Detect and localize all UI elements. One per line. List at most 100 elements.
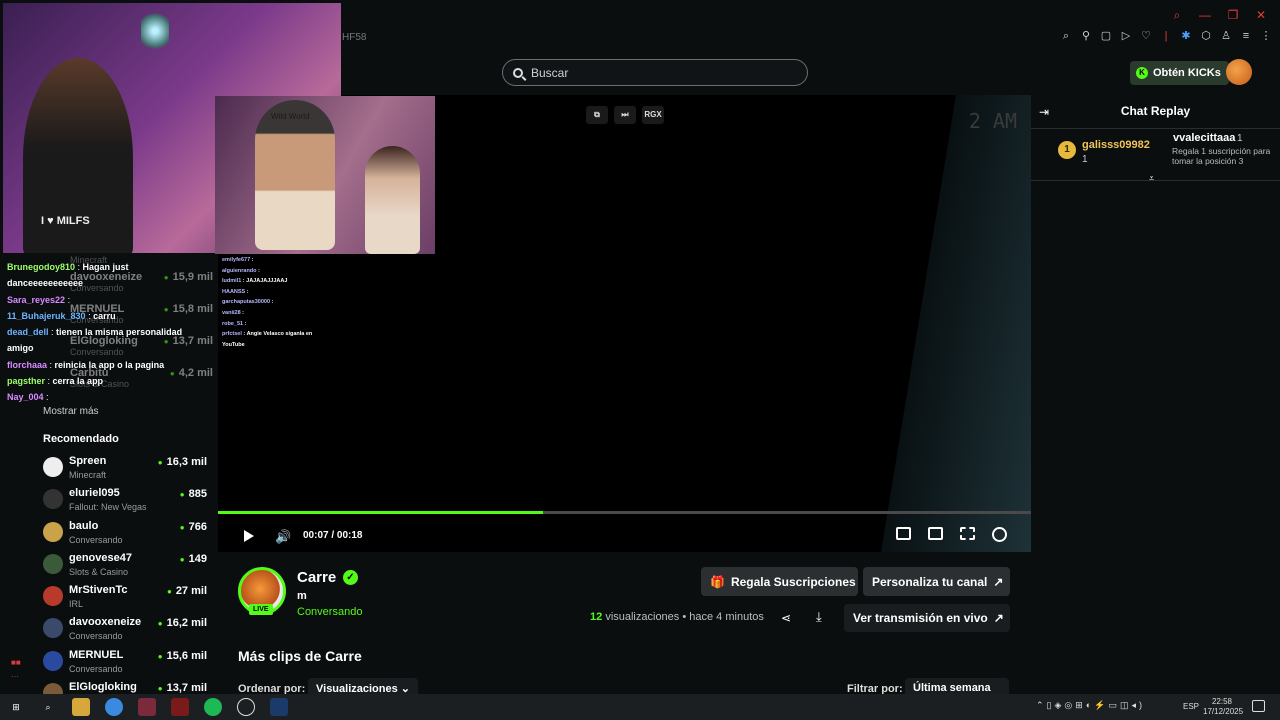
system-tray[interactable]: ⌃▯◈◎⊞◐⚡▭◫◂) [1036, 700, 1145, 711]
search-bar[interactable] [502, 59, 808, 86]
theater-mode-icon[interactable] [928, 527, 943, 540]
user-avatar[interactable] [1226, 59, 1252, 85]
chat-text: carru [93, 310, 116, 321]
recommended-channel[interactable]: davooxeneize Conversando 16,2 mil [43, 615, 207, 647]
progress-bar[interactable] [218, 511, 1031, 514]
heart-icon[interactable]: ♡ [1140, 30, 1152, 42]
screen: HF58 ⌕ — ❐ ✕ ⌕ ⚲ ▢ ▷ ♡ | ✱ ⬡ ♙ ≡ ⋮ K Obt… [0, 0, 1280, 720]
channel-name[interactable]: Carre [297, 569, 336, 586]
pin-icon[interactable]: ⚲ [1080, 30, 1092, 42]
search-input[interactable] [531, 65, 791, 80]
channel-info: davooxeneize Conversando [69, 615, 141, 642]
progress-fill [218, 511, 544, 514]
spotify-icon[interactable] [204, 698, 222, 716]
viewer-count: 885 [180, 488, 207, 500]
more-icon[interactable]: ⋮ [1260, 30, 1272, 42]
restore-icon[interactable]: ❐ [1226, 8, 1240, 22]
language-indicator[interactable]: ESP [1183, 702, 1199, 711]
search-window-icon[interactable]: ⌕ [1170, 8, 1184, 22]
extensions-icon[interactable]: ⬡ [1200, 30, 1212, 42]
stream-chat-text: JAJAJAJJJAAJ [246, 278, 288, 285]
share-icon[interactable]: ⋖ [781, 611, 791, 625]
skip-icon[interactable]: ⏭ [614, 106, 636, 124]
top-gifter-count: 1 [1082, 154, 1088, 165]
views-count: 12 [590, 611, 603, 623]
channel-category: Conversando [69, 631, 123, 642]
get-kicks-label: Obtén KICKs [1153, 67, 1221, 79]
fullscreen-icon[interactable] [960, 527, 975, 540]
stream-chat-user: prfctsel [222, 331, 242, 338]
chat-text: Hagan just [82, 262, 129, 272]
app-icon[interactable] [171, 698, 189, 716]
time-display: 00:07 / 00:18 [303, 530, 363, 541]
channel-category: Fallout: New Vegas [69, 502, 147, 513]
chat-username: florchaaa [7, 359, 48, 370]
more-clips-heading: Más clips de Carre [238, 648, 362, 664]
download-icon[interactable]: ⤓ [816, 609, 822, 625]
popout-icon[interactable]: ⧉ [586, 106, 608, 124]
expand-icon[interactable]: ⩡ [1149, 173, 1154, 184]
stream-chat-overlay: emilyfe677 : alguienrando : ludmil1 : JA… [222, 255, 312, 350]
chrome-icon[interactable] [105, 698, 123, 716]
stream-chat-line: ludmil1 : JAJAJAJJJAAJ [222, 278, 288, 285]
overlay-chat-message: Brunegodoy810 : Hagan just [7, 262, 129, 272]
show-more-link[interactable]: Mostrar más [43, 406, 99, 417]
chat-text: reinicia la app o la pagina [54, 359, 165, 370]
screenshot-icon[interactable]: ▢ [1100, 30, 1112, 42]
file-explorer-icon[interactable] [72, 698, 90, 716]
notifications-icon[interactable] [1252, 700, 1265, 712]
channel-name: baulo [69, 519, 99, 532]
translate-icon[interactable]: ✱ [1180, 30, 1192, 42]
watch-live-button[interactable]: Ver transmisión en vivo ↗ [844, 604, 1010, 632]
system-clock[interactable]: 22:58 17/12/2025 [1203, 697, 1243, 717]
app2-icon[interactable] [237, 698, 255, 716]
close-icon[interactable]: ✕ [1254, 8, 1268, 22]
gift-subscriptions-button[interactable]: 🎁 Regala Suscripciones [701, 567, 858, 596]
customize-channel-button[interactable]: Personaliza tu canal ↗ [863, 567, 1010, 596]
playback-speed-icon[interactable] [992, 527, 1007, 542]
player-top-controls: ⧉ ⏭ RGX [586, 106, 664, 124]
stream-chat-user: HAANSS [222, 288, 246, 295]
channel-name: MrStivenTc [69, 584, 128, 597]
recommended-channel[interactable]: eluriel095 Fallout: New Vegas 885 [43, 486, 207, 518]
channel-info: Spreen Minecraft [69, 454, 106, 481]
sidebar-dots: ■■ ··· [11, 658, 21, 681]
recommended-channel[interactable]: baulo Conversando 766 [43, 519, 207, 551]
recommended-list: Spreen Minecraft 16,3 mil eluriel095 Fallout… [43, 454, 207, 712]
overlay-chat-message: Sara_reyes22 : [7, 294, 71, 305]
rank-badge: 1 [1058, 141, 1076, 159]
second-gifter-count: 1 [1237, 133, 1243, 144]
profile-icon[interactable]: ♙ [1220, 30, 1232, 42]
volume-icon[interactable]: 🔊 [275, 529, 291, 545]
steam-icon[interactable] [270, 698, 288, 716]
external-link-icon: ↗ [993, 611, 1004, 625]
menu-icon[interactable]: ≡ [1240, 30, 1252, 42]
channel-category: Conversando [69, 534, 123, 545]
channel-avatar [43, 553, 63, 574]
pip-icon[interactable] [896, 527, 911, 540]
recommended-channel[interactable]: MERNUEL Conversando 15,6 mil [43, 648, 207, 680]
get-kicks-button[interactable]: K Obtén KICKs [1130, 61, 1229, 85]
stream-category[interactable]: Conversando [297, 606, 362, 618]
rgx-button[interactable]: RGX [642, 106, 664, 124]
windows-start-icon[interactable]: ⊞ [7, 698, 25, 716]
recommended-channel[interactable]: Spreen Minecraft 16,3 mil [43, 454, 207, 486]
channel-name: eluriel095 [69, 487, 120, 500]
recommended-channel[interactable]: MrStivenTc IRL 27 mil [43, 583, 207, 615]
clock-time: 22:58 [1211, 697, 1233, 706]
play-icon[interactable] [244, 530, 254, 542]
search-taskbar-icon[interactable]: ⌕ [39, 698, 57, 716]
overlay-chat-message: danceeeeeeeeeee [7, 275, 217, 291]
viewer-count: 27 mil [167, 585, 207, 597]
viewer-count: 13,7 mil [158, 682, 207, 694]
time-ago: • hace 4 minutos [682, 611, 764, 623]
minimize-icon[interactable]: — [1198, 8, 1212, 22]
zoom-icon[interactable]: ⌕ [1060, 30, 1072, 42]
top-gifter-name[interactable]: galisss09982 [1082, 139, 1150, 151]
stream-chat-line: HAANSS : [222, 288, 249, 295]
second-gifter-name[interactable]: vvalecittaaa [1173, 132, 1235, 144]
recommended-channel[interactable]: genovese47 Slots & Casino 149 [43, 551, 207, 583]
browser-icon[interactable] [138, 698, 156, 716]
pinned-gift-banner: 1 galisss09982 1 vvalecittaaa 1 Regala 1… [1031, 129, 1280, 184]
play-extension-icon[interactable]: ▷ [1120, 30, 1132, 42]
